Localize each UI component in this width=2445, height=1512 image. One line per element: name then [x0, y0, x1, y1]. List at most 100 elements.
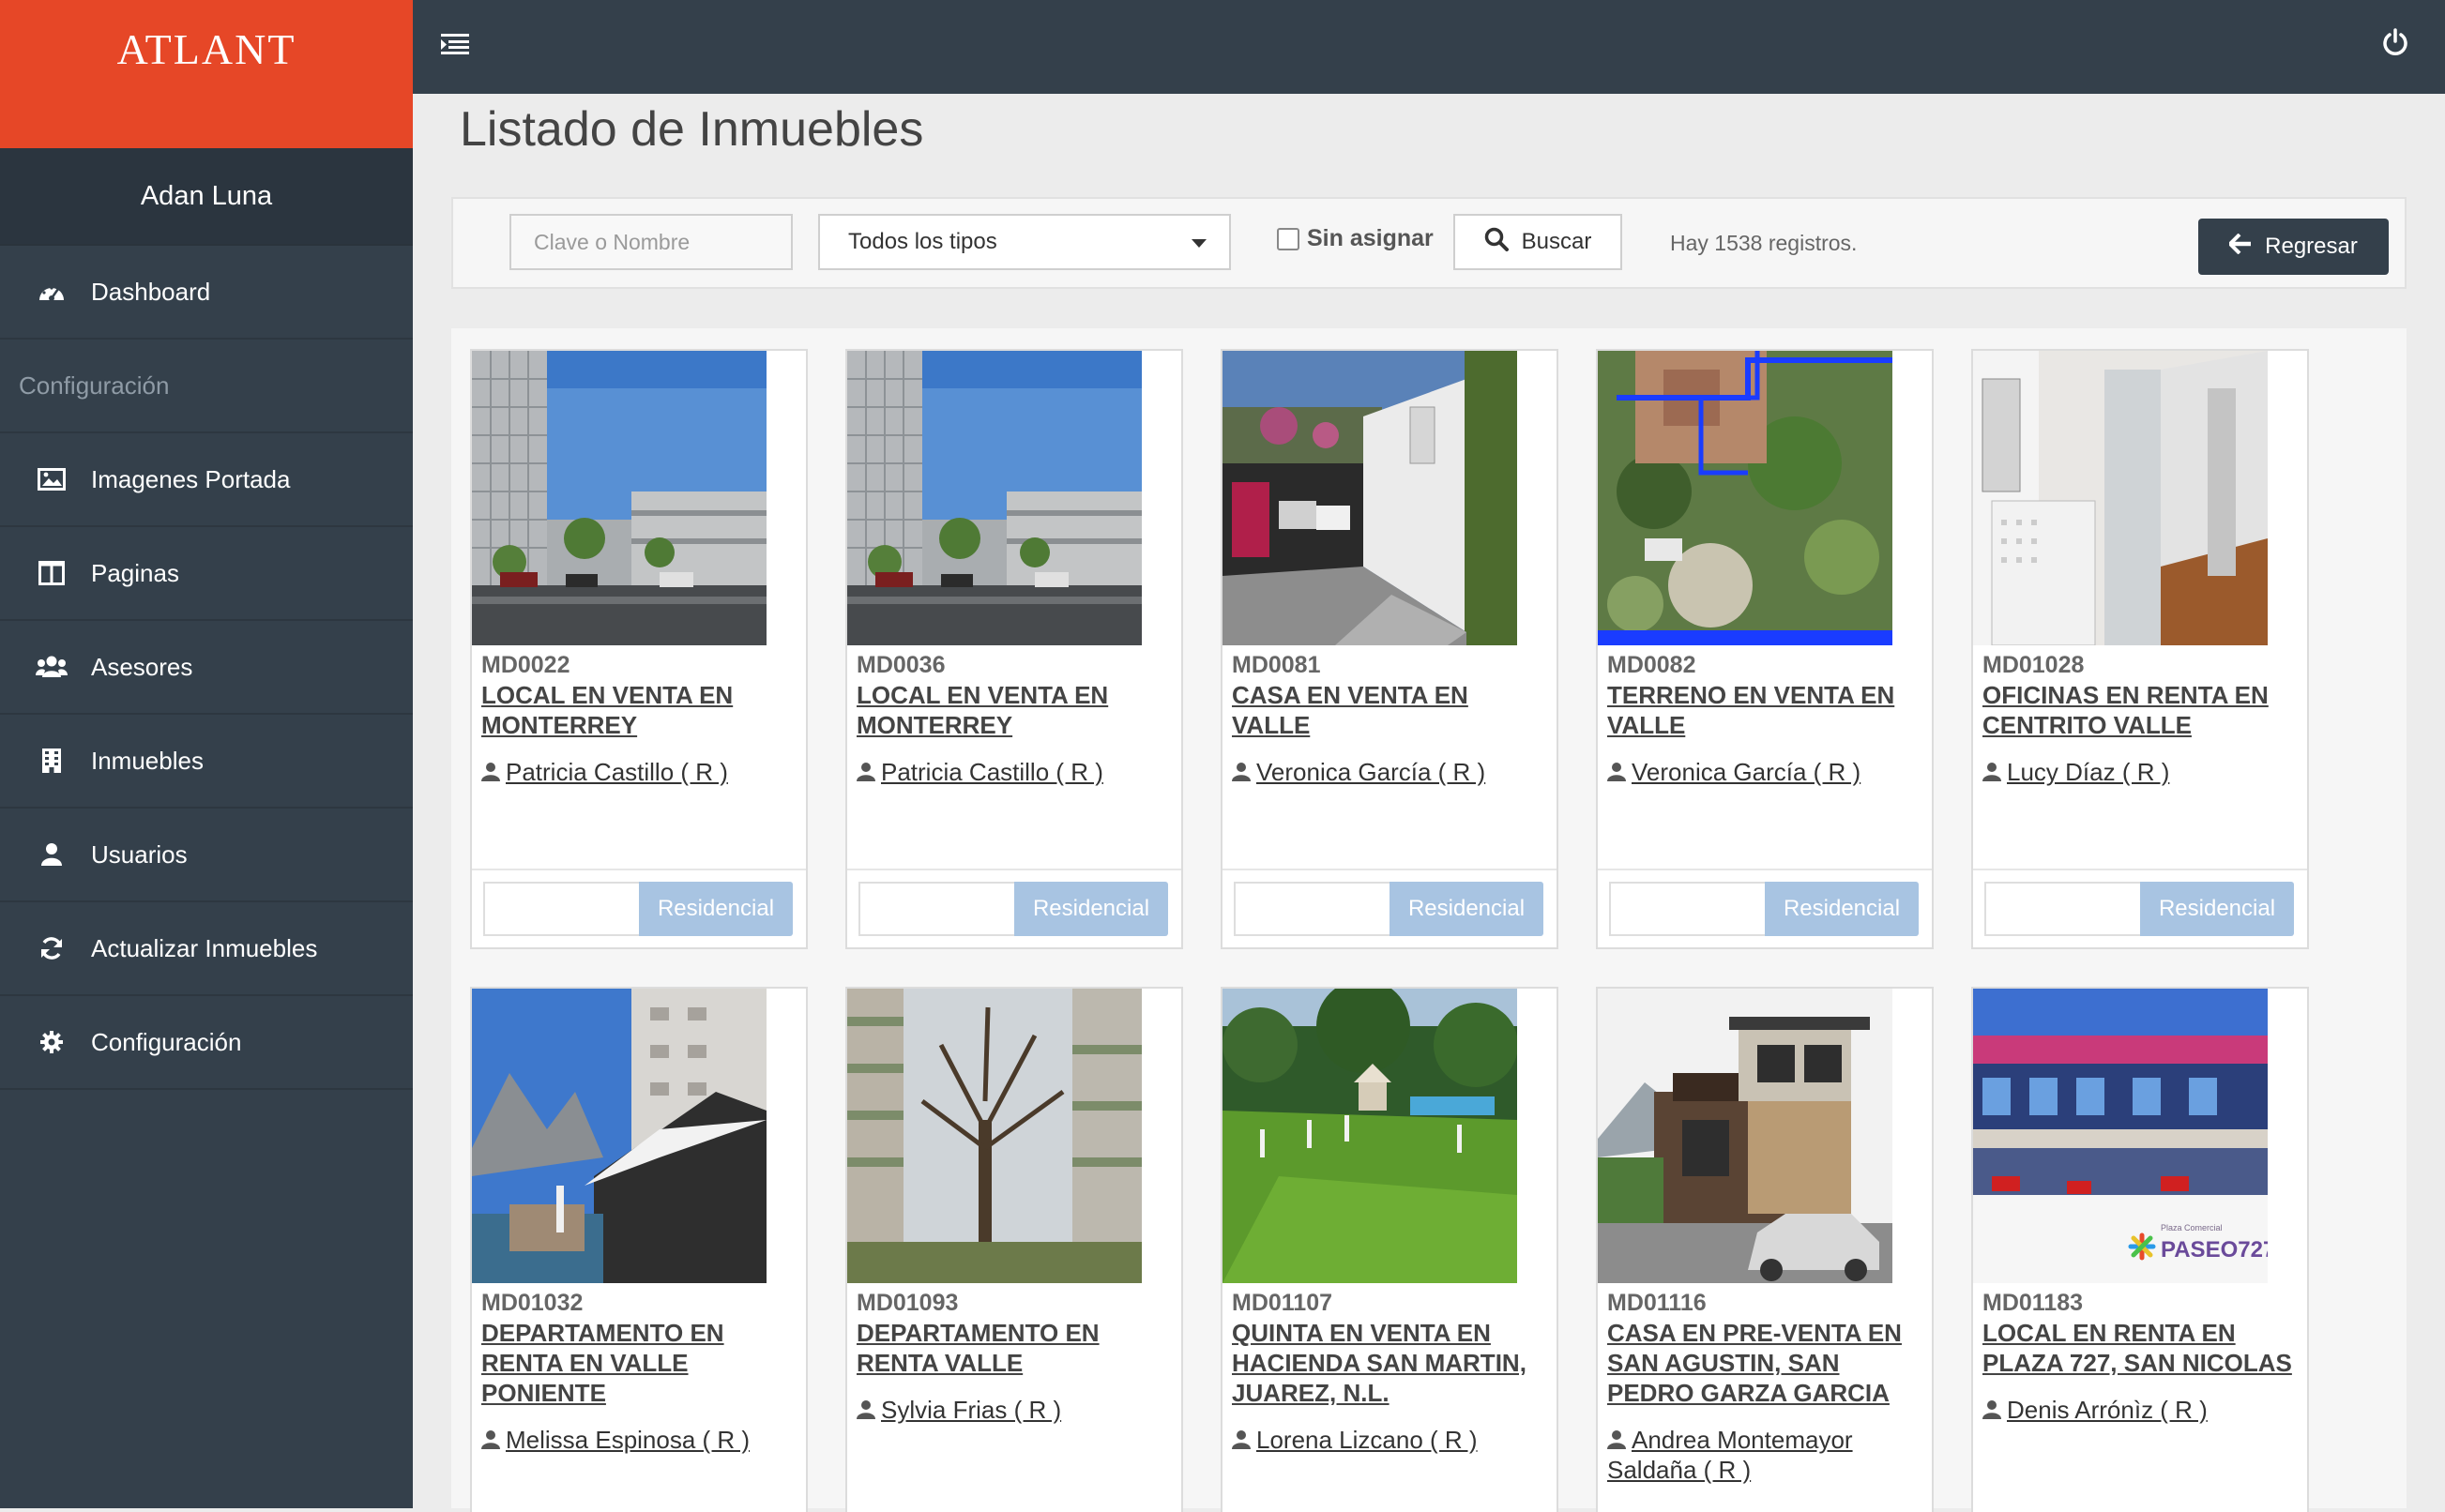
listing-info: MD01028 OFICINAS EN RENTA EN CENTRITO VA…: [1982, 651, 2301, 787]
listing-title-link[interactable]: CASA EN PRE-VENTA EN SAN AGUSTIN, SAN PE…: [1607, 1318, 1926, 1408]
listing-agent-link[interactable]: Veronica García ( R ): [1607, 757, 1926, 787]
back-button[interactable]: Regresar: [2198, 219, 2389, 275]
assign-input[interactable]: [1609, 882, 1765, 936]
agent-name: Andrea Montemayor Saldaña ( R ): [1607, 1426, 1853, 1484]
listing-title-link[interactable]: OFICINAS EN RENTA EN CENTRITO VALLE: [1982, 680, 2301, 740]
search-button-label: Buscar: [1521, 229, 1592, 254]
type-select[interactable]: Todos los tipos: [818, 214, 1231, 270]
listing-image[interactable]: [1222, 989, 1517, 1283]
search-button[interactable]: Buscar: [1453, 214, 1622, 270]
agent-name: Veronica García ( R ): [1632, 758, 1861, 786]
agent-name: Denis Arrónìz ( R ): [2007, 1396, 2208, 1424]
listing-code: MD01028: [1982, 652, 2085, 678]
user-icon: [857, 763, 875, 781]
listing-agent-link[interactable]: Lucy Díaz ( R ): [1982, 757, 2301, 787]
sidebar-item-label: Actualizar Inmuebles: [91, 933, 318, 962]
back-button-label: Regresar: [2265, 234, 2358, 259]
listing-code: MD0081: [1232, 652, 1321, 678]
listing-agent-link[interactable]: Lorena Lizcano ( R ): [1232, 1425, 1551, 1455]
listing-code: MD01107: [1232, 1290, 1333, 1316]
records-count: Hay 1538 registros.: [1670, 231, 1858, 255]
listing-image[interactable]: Plaza Comercial PASEO727: [1973, 989, 2268, 1283]
user-icon: [481, 763, 500, 781]
search-input[interactable]: [509, 214, 793, 270]
sidebar-section-config: Configuración: [0, 340, 413, 433]
listing-image[interactable]: [472, 351, 767, 645]
dashboard-icon: [28, 273, 75, 310]
sidebar-item-imagenes-portada[interactable]: Imagenes Portada: [0, 433, 413, 527]
assign-input[interactable]: [1984, 882, 2140, 936]
listing-image[interactable]: [847, 989, 1142, 1283]
sidebar: ATLANT Adan Luna Dashboard Configuración…: [0, 0, 413, 1508]
card-footer: Residencial: [1973, 869, 2307, 947]
listing-agent-link[interactable]: Patricia Castillo ( R ): [481, 757, 800, 787]
gear-icon: [28, 1023, 75, 1061]
sidebar-item-label: Imagenes Portada: [91, 464, 291, 493]
unassigned-checkbox[interactable]: [1277, 227, 1299, 250]
caret-down-icon: [1192, 239, 1207, 248]
listing-card: MD0082 TERRENO EN VENTA EN VALLE Veronic…: [1596, 349, 1934, 949]
sidebar-item-label: Paginas: [91, 558, 179, 587]
sidebar-item-inmuebles[interactable]: Inmuebles: [0, 715, 413, 809]
listing-code: MD01183: [1982, 1290, 2084, 1316]
menu-toggle-icon[interactable]: [441, 32, 473, 62]
assign-input[interactable]: [1234, 882, 1390, 936]
listing-title-link[interactable]: QUINTA EN VENTA EN HACIENDA SAN MARTIN, …: [1232, 1318, 1551, 1408]
type-select-value: Todos los tipos: [848, 229, 997, 254]
assign-input[interactable]: [483, 882, 639, 936]
listing-title-link[interactable]: DEPARTAMENTO EN RENTA EN VALLE PONIENTE: [481, 1318, 800, 1408]
category-badge: Residencial: [639, 882, 793, 936]
listing-title-link[interactable]: CASA EN VENTA EN VALLE: [1232, 680, 1551, 740]
power-icon[interactable]: [2381, 28, 2417, 64]
user-icon: [1232, 1430, 1251, 1449]
listing-title-link[interactable]: LOCAL EN VENTA EN MONTERREY: [857, 680, 1176, 740]
listing-agent-link[interactable]: Melissa Espinosa ( R ): [481, 1425, 800, 1455]
user-icon: [28, 836, 75, 873]
listing-image[interactable]: [472, 989, 767, 1283]
image-icon: [28, 461, 75, 498]
listing-title-link[interactable]: DEPARTAMENTO EN RENTA VALLE: [857, 1318, 1176, 1378]
brand-logo[interactable]: ATLANT: [0, 0, 413, 148]
sidebar-item-paginas[interactable]: Paginas: [0, 527, 413, 621]
listing-code: MD01116: [1607, 1290, 1707, 1316]
sidebar-item-configuracion[interactable]: Configuración: [0, 996, 413, 1090]
listing-agent-link[interactable]: Sylvia Frias ( R ): [857, 1395, 1176, 1425]
sidebar-item-usuarios[interactable]: Usuarios: [0, 809, 413, 902]
sidebar-item-label: Asesores: [91, 652, 193, 681]
listing-grid: MD0022 LOCAL EN VENTA EN MONTERREY Patri…: [451, 328, 2407, 1512]
listing-card: MD0081 CASA EN VENTA EN VALLE Veronica G…: [1221, 349, 1558, 949]
sidebar-item-actualizar-inmuebles[interactable]: Actualizar Inmuebles: [0, 902, 413, 996]
sidebar-item-label: Dashboard: [91, 277, 211, 306]
listing-agent-link[interactable]: Denis Arrónìz ( R ): [1982, 1395, 2301, 1425]
user-icon: [1232, 763, 1251, 781]
listing-code: MD0036: [857, 652, 946, 678]
filter-panel: Todos los tipos Sin asignar Buscar Hay 1…: [451, 197, 2407, 289]
assign-input[interactable]: [858, 882, 1014, 936]
brand-name: ATLANT: [116, 25, 296, 73]
listing-card: MD01116 CASA EN PRE-VENTA EN SAN AGUSTIN…: [1596, 987, 1934, 1512]
user-name: Adan Luna: [0, 148, 413, 246]
sidebar-item-asesores[interactable]: Asesores: [0, 621, 413, 715]
category-badge: Residencial: [1390, 882, 1543, 936]
sidebar-item-dashboard[interactable]: Dashboard: [0, 246, 413, 340]
listing-image[interactable]: [1598, 989, 1892, 1283]
listing-agent-link[interactable]: Veronica García ( R ): [1232, 757, 1551, 787]
listing-title-link[interactable]: LOCAL EN RENTA EN PLAZA 727, SAN NICOLAS: [1982, 1318, 2301, 1378]
listing-info: MD01107 QUINTA EN VENTA EN HACIENDA SAN …: [1232, 1289, 1551, 1455]
listing-image[interactable]: [1973, 351, 2268, 645]
user-icon: [857, 1400, 875, 1419]
listing-image[interactable]: [1598, 351, 1892, 645]
listing-title-link[interactable]: LOCAL EN VENTA EN MONTERREY: [481, 680, 800, 740]
listing-agent-link[interactable]: Andrea Montemayor Saldaña ( R ): [1607, 1425, 1926, 1485]
refresh-icon: [28, 930, 75, 967]
plaza-logo-text: PASEO727: [2161, 1237, 2268, 1263]
sidebar-item-label: Inmuebles: [91, 746, 204, 775]
listing-image[interactable]: [847, 351, 1142, 645]
agent-name: Sylvia Frias ( R ): [881, 1396, 1062, 1424]
category-badge: Residencial: [1014, 882, 1168, 936]
listing-agent-link[interactable]: Patricia Castillo ( R ): [857, 757, 1176, 787]
listing-title-link[interactable]: TERRENO EN VENTA EN VALLE: [1607, 680, 1926, 740]
search-icon: [1484, 227, 1522, 258]
listing-card: MD01107 QUINTA EN VENTA EN HACIENDA SAN …: [1221, 987, 1558, 1512]
listing-image[interactable]: [1222, 351, 1517, 645]
